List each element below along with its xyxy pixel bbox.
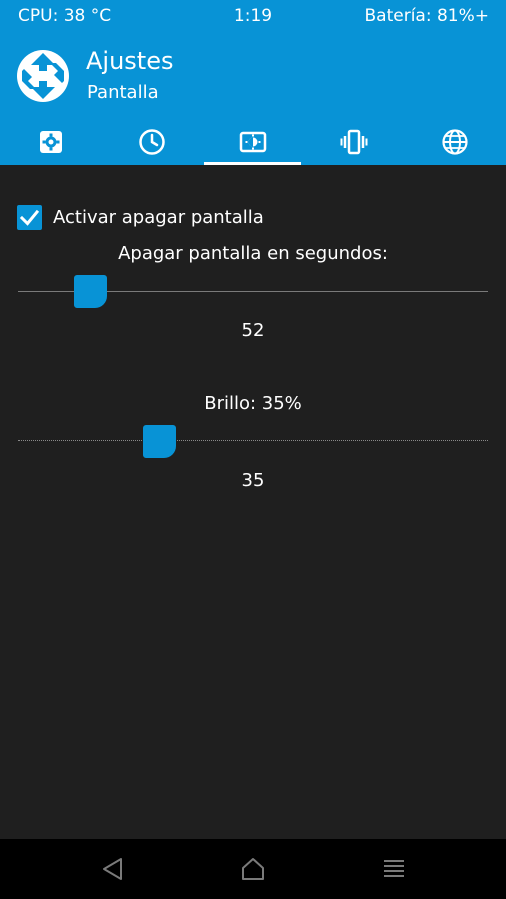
brightness-slider-thumb[interactable]	[142, 425, 176, 458]
home-icon	[242, 858, 264, 880]
tab-bar	[0, 118, 506, 165]
brightness-slider-label: Brillo: 35%	[204, 393, 302, 414]
app-header: CPU: 38 °C 1:19 Batería: 81%+ Ajustes Pa…	[0, 0, 506, 165]
twrp-logo-icon	[16, 49, 70, 103]
globe-icon	[441, 129, 468, 155]
checkmark-icon	[19, 209, 40, 226]
home-button[interactable]	[239, 855, 267, 883]
tab-vibration[interactable]	[303, 118, 404, 165]
gear-icon	[39, 131, 62, 153]
back-button[interactable]	[99, 855, 127, 883]
timeout-slider-thumb[interactable]	[74, 275, 108, 308]
menu-lines-icon	[384, 860, 404, 877]
screen-settings-panel: Activar apagar pantalla Apagar pantalla …	[0, 165, 506, 839]
navigation-bar	[0, 839, 506, 899]
screen-timeout-checkbox-label[interactable]: Activar apagar pantalla	[53, 207, 264, 228]
tab-time[interactable]	[101, 118, 202, 165]
status-bar: CPU: 38 °C 1:19 Batería: 81%+	[0, 0, 506, 34]
brightness-slider-track[interactable]	[18, 440, 488, 441]
menu-button[interactable]	[380, 855, 408, 883]
app-title: Ajustes	[86, 47, 174, 75]
tab-language[interactable]	[404, 118, 505, 165]
clock-icon	[138, 129, 165, 155]
timeout-value: 52	[241, 320, 265, 341]
page-subtitle: Pantalla	[87, 82, 159, 103]
back-triangle-icon	[103, 858, 122, 880]
brightness-icon	[239, 131, 266, 153]
tab-screen[interactable]	[202, 118, 303, 165]
vibration-icon	[340, 129, 367, 155]
brightness-value: 35	[241, 470, 265, 491]
tab-general-settings[interactable]	[0, 118, 101, 165]
battery-status: Batería: 81%+	[364, 6, 490, 26]
timeout-slider-label: Apagar pantalla en segundos:	[118, 243, 388, 264]
screen-timeout-checkbox[interactable]	[17, 205, 42, 230]
